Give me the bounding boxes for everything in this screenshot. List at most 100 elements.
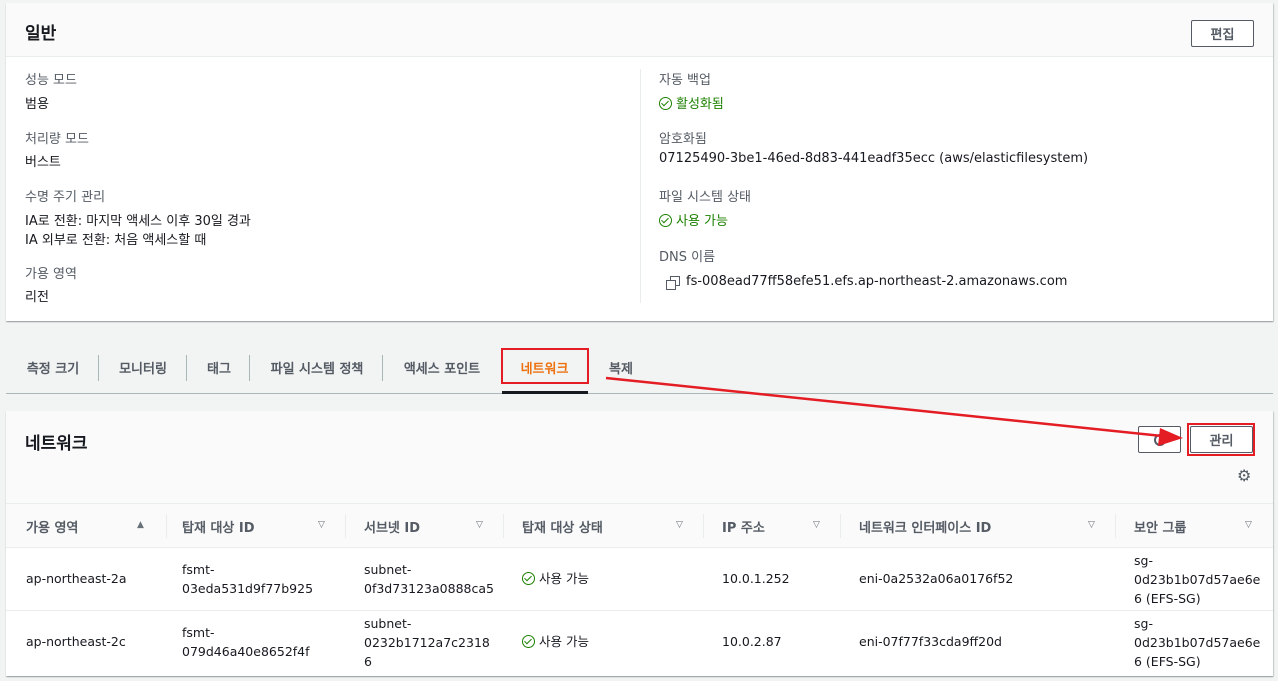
mount-id-line: 03eda531d9f77b925 (182, 581, 314, 596)
copy-icon[interactable] (666, 276, 680, 290)
row-security-group: sg- 0d23b1b07d57ae6e 6 (EFS-SG) (1134, 614, 1260, 671)
highlight-network-tab (501, 348, 589, 384)
refresh-button[interactable] (1138, 426, 1181, 453)
row-ip: 10.0.1.252 (722, 571, 790, 586)
availability-zone-value: 리전 (25, 290, 49, 305)
throughput-mode-label: 처리량 모드 (25, 132, 89, 147)
row-az: ap-northeast-2a (26, 571, 127, 586)
row-status: 사용 가능 (522, 569, 589, 588)
auto-backup-label: 자동 백업 (659, 73, 711, 88)
fs-state-text: 사용 가능 (676, 214, 728, 229)
tab-fs-policy[interactable]: 파일 시스템 정책 (258, 352, 376, 382)
highlight-manage-button (1187, 423, 1255, 456)
performance-mode-value: 범용 (25, 97, 49, 112)
column-separator (166, 514, 167, 538)
column-separator (840, 514, 841, 538)
edit-button[interactable]: 편집 (1191, 20, 1254, 47)
network-panel-header: 네트워크 관리 ⚙ (6, 411, 1273, 503)
refresh-icon (1153, 433, 1166, 446)
general-panel: 일반 편집 성능 모드 범용 처리량 모드 버스트 수명 주기 관리 IA로 전… (6, 3, 1273, 321)
row-eni: eni-0a2532a06a0176f52 (859, 571, 1014, 586)
status-text: 사용 가능 (539, 571, 589, 586)
auto-backup-text: 활성화됨 (676, 97, 724, 112)
subnet-line: 0232b1712a7c2318 (364, 635, 490, 650)
tab-replication[interactable]: 복제 (598, 352, 644, 382)
tab-separator (186, 355, 187, 381)
sort-icon[interactable]: ▽ (318, 520, 325, 530)
encrypted-label: 암호화됨 (659, 132, 707, 147)
settings-gear-icon[interactable]: ⚙ (1237, 468, 1251, 484)
general-title: 일반 (25, 24, 57, 44)
tab-access-points[interactable]: 액세스 포인트 (392, 352, 492, 382)
col-subnet-id[interactable]: 서브넷 ID (364, 505, 420, 547)
network-title: 네트워크 (25, 434, 88, 454)
mount-id-line: fsmt- (182, 625, 215, 640)
row-subnet-id: subnet- 0f3d73123a0888ca5 (364, 560, 494, 598)
col-security-groups[interactable]: 보안 그룹 (1134, 505, 1186, 547)
col-mount-target-id[interactable]: 탑재 대상 ID (182, 505, 255, 547)
column-divider (640, 69, 641, 303)
column-separator (345, 514, 346, 538)
tab-separator (382, 355, 383, 381)
tab-separator (249, 355, 250, 381)
sort-icon[interactable]: ▽ (476, 520, 483, 530)
row-az: ap-northeast-2c (26, 634, 126, 649)
tabs-underline (6, 393, 1273, 394)
sg-line: sg- (1134, 616, 1153, 631)
col-ip-address[interactable]: IP 주소 (722, 505, 765, 547)
sort-icon[interactable]: ▽ (1245, 520, 1252, 530)
row-mount-target-id: fsmt- 03eda531d9f77b925 (182, 560, 313, 598)
tab-separator (98, 355, 99, 381)
tab-tags[interactable]: 태그 (196, 352, 242, 382)
sg-line: sg- (1134, 553, 1153, 568)
row-divider (6, 610, 1273, 611)
col-availability-zone[interactable]: 가용 영역 (26, 505, 78, 547)
col-network-interface-id[interactable]: 네트워크 인터페이스 ID (859, 505, 991, 547)
sg-line: 0d23b1b07d57ae6e (1134, 572, 1261, 587)
check-circle-icon (522, 572, 535, 585)
subnet-line: subnet- (364, 562, 412, 577)
lifecycle-value-ia: IA로 전환: 마지막 액세스 이후 30일 경과 (25, 214, 251, 229)
column-separator (703, 514, 704, 538)
col-mount-target-state[interactable]: 탑재 대상 상태 (522, 505, 603, 547)
mount-id-line: fsmt- (182, 562, 215, 577)
sort-icon[interactable]: ▽ (1088, 520, 1095, 530)
encrypted-value: 07125490-3be1-46ed-8d83-441eadf35ecc (aw… (659, 151, 1089, 166)
row-eni: eni-07f77f33cda9ff20d (859, 634, 1002, 649)
subnet-line: subnet- (364, 616, 412, 631)
column-separator (1115, 514, 1116, 538)
lifecycle-label: 수명 주기 관리 (25, 190, 106, 205)
sort-icon[interactable]: ▽ (676, 520, 683, 530)
availability-zone-label: 가용 영역 (25, 267, 77, 282)
subnet-line: 0f3d73123a0888ca5 (364, 581, 494, 596)
column-separator (503, 514, 504, 538)
active-tab-indicator (502, 391, 588, 394)
row-mount-target-id: fsmt- 079d46a40e8652f4f (182, 623, 310, 661)
fs-state-label: 파일 시스템 상태 (659, 190, 751, 205)
status-text: 사용 가능 (539, 634, 589, 649)
sort-icon[interactable]: ▽ (813, 520, 820, 530)
sg-line: 6 (EFS-SG) (1134, 654, 1201, 669)
row-status: 사용 가능 (522, 632, 589, 651)
sort-ascending-icon[interactable]: ▲ (137, 520, 144, 530)
mount-id-line: 079d46a40e8652f4f (182, 644, 310, 659)
dns-name-value: fs-008ead77ff58efe51.efs.ap-northeast-2.… (686, 274, 1068, 289)
general-panel-header: 일반 편집 (6, 3, 1273, 57)
performance-mode-label: 성능 모드 (25, 73, 77, 88)
check-circle-icon (659, 97, 672, 110)
row-subnet-id: subnet- 0232b1712a7c2318 6 (364, 614, 490, 671)
lifecycle-value-out-of-ia: IA 외부로 전환: 처음 액세스할 때 (25, 233, 207, 248)
dns-name-label: DNS 이름 (659, 250, 716, 265)
fs-state-value: 사용 가능 (659, 210, 728, 229)
tab-metered-size[interactable]: 측정 크기 (14, 352, 92, 382)
check-circle-icon (522, 635, 535, 648)
check-circle-icon (659, 214, 672, 227)
sg-line: 6 (EFS-SG) (1134, 591, 1201, 606)
throughput-mode-value: 버스트 (25, 155, 61, 170)
subnet-line: 6 (364, 654, 372, 669)
sg-line: 0d23b1b07d57ae6e (1134, 635, 1261, 650)
tab-monitoring[interactable]: 모니터링 (108, 352, 178, 382)
row-security-group: sg- 0d23b1b07d57ae6e 6 (EFS-SG) (1134, 551, 1260, 608)
row-ip: 10.0.2.87 (722, 634, 782, 649)
auto-backup-value: 활성화됨 (659, 93, 724, 112)
